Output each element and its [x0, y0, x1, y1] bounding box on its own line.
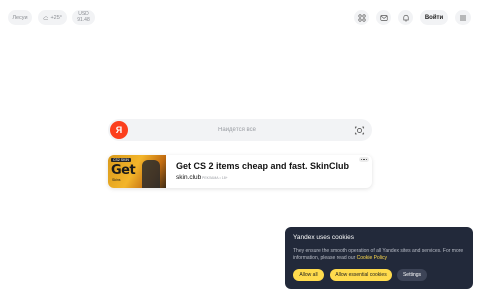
thumbnail-subline: Skins: [112, 178, 121, 182]
allow-all-button[interactable]: Allow all: [293, 269, 324, 281]
city-label: Лесуи: [12, 14, 28, 21]
camera-search-icon: [354, 126, 364, 134]
allow-essential-button[interactable]: Allow essential cookies: [330, 269, 392, 281]
ad-label: РЕКЛАМА • 18+: [202, 176, 228, 180]
more-dot-icon: [360, 158, 363, 161]
hamburger-icon: [460, 15, 466, 20]
search-input[interactable]: [132, 121, 342, 139]
city-button[interactable]: Лесуи: [8, 10, 32, 25]
services-button[interactable]: [354, 10, 369, 25]
search-bar: Я: [108, 119, 372, 141]
thumbnail-figure: [142, 160, 160, 188]
cookie-title: Yandex uses cookies: [293, 234, 354, 241]
cookie-banner: Yandex uses cookies They ensure the smoo…: [285, 227, 473, 289]
thumbnail-headline: Get: [111, 163, 136, 178]
grid-icon: [357, 13, 366, 22]
more-dot-icon: [365, 158, 368, 161]
ad-title[interactable]: Get CS 2 items cheap and fast. SkinClub: [176, 161, 349, 171]
top-bar: Лесуи +25° USD 91.48 Войти: [0, 0, 480, 34]
notifications-button[interactable]: [398, 10, 413, 25]
mail-button[interactable]: [376, 10, 391, 25]
login-button[interactable]: Войти: [420, 10, 448, 25]
cookie-description: They ensure the smooth operation of all …: [293, 248, 471, 262]
cloud-icon: [43, 15, 49, 20]
currency-rate: 91.48: [77, 16, 90, 23]
cookie-settings-button[interactable]: Settings: [397, 269, 427, 281]
more-dot-icon: [363, 158, 365, 161]
weather-temperature: +25°: [50, 14, 62, 21]
thumbnail-tag: CS2 SKIN: [111, 158, 131, 162]
image-search-button[interactable]: [352, 123, 366, 137]
ad-more-button[interactable]: [359, 157, 369, 162]
cookie-policy-link[interactable]: Cookie Policy: [357, 255, 387, 261]
menu-button[interactable]: [455, 10, 471, 25]
currency-widget[interactable]: USD 91.48: [72, 10, 95, 25]
ad-thumbnail[interactable]: CS2 SKIN Get Skins: [108, 155, 166, 188]
bell-icon: [402, 14, 409, 21]
mail-icon: [379, 14, 388, 21]
weather-widget[interactable]: +25°: [38, 10, 67, 25]
yandex-logo[interactable]: Я: [110, 121, 128, 139]
ad-card[interactable]: CS2 SKIN Get Skins Get CS 2 items cheap …: [108, 155, 372, 188]
ad-domain[interactable]: skin.club: [176, 174, 201, 181]
